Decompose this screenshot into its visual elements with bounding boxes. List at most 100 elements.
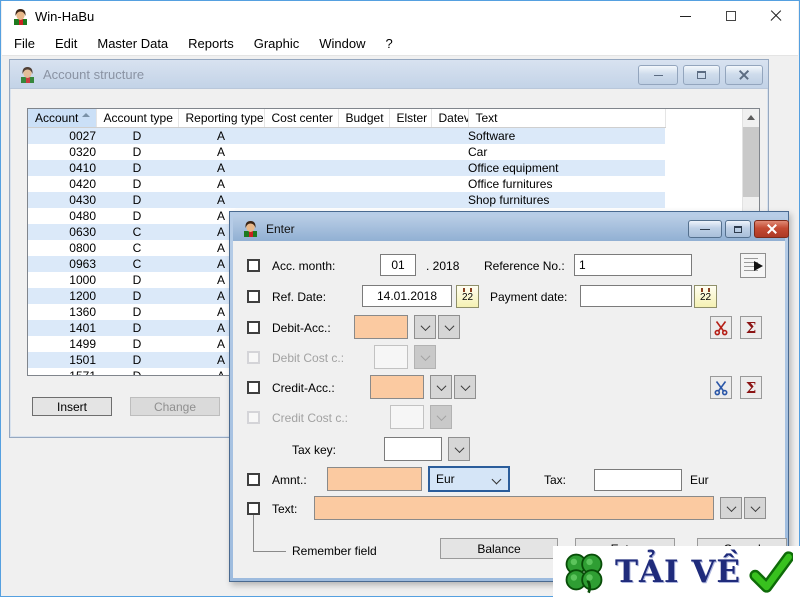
- text-input[interactable]: [314, 496, 714, 520]
- split-booking-button[interactable]: [710, 316, 732, 339]
- table-cell: Software: [468, 127, 665, 144]
- scrollbar-thumb[interactable]: [743, 127, 759, 197]
- menu-master-data[interactable]: Master Data: [87, 32, 178, 55]
- tax-currency-label: Eur: [690, 473, 709, 487]
- restore-icon[interactable]: [683, 65, 720, 85]
- table-cell: D: [96, 160, 178, 176]
- table-cell: D: [96, 127, 178, 144]
- column-header-account-type[interactable]: Account type: [96, 109, 178, 127]
- text-checkbox[interactable]: [247, 502, 260, 515]
- menu-graphic[interactable]: Graphic: [244, 32, 310, 55]
- table-cell: [264, 192, 338, 208]
- app-icon: [19, 66, 36, 83]
- column-header-datev[interactable]: Datev: [431, 109, 468, 127]
- table-cell: [264, 160, 338, 176]
- table-row[interactable]: 0027DASoftware: [28, 127, 665, 144]
- debit-acc-checkbox[interactable]: [247, 321, 260, 334]
- menu-edit[interactable]: Edit: [45, 32, 87, 55]
- table-cell: A: [178, 144, 264, 160]
- sum-button[interactable]: Σ: [740, 316, 762, 339]
- calendar-icon[interactable]: 22: [456, 285, 479, 308]
- payment-date-input[interactable]: [580, 285, 692, 307]
- account-window-titlebar[interactable]: Account structure: [10, 60, 768, 89]
- debit-cost-label: Debit Cost c.:: [272, 351, 344, 365]
- tax-input[interactable]: [594, 469, 682, 491]
- column-header-text[interactable]: Text: [468, 109, 665, 127]
- ref-date-checkbox[interactable]: [247, 290, 260, 303]
- column-header-cost-center[interactable]: Cost center: [264, 109, 338, 127]
- restore-icon[interactable]: [725, 220, 751, 238]
- minimize-icon[interactable]: [638, 65, 678, 85]
- amount-input[interactable]: [327, 467, 422, 491]
- minimize-icon[interactable]: [663, 1, 708, 31]
- balance-button[interactable]: Balance: [440, 538, 558, 559]
- chevron-down-icon: [430, 405, 452, 429]
- debit-acc-label: Debit-Acc.:: [272, 321, 331, 335]
- ref-date-input[interactable]: [362, 285, 452, 307]
- chevron-down-icon[interactable]: [414, 315, 436, 339]
- acc-month-checkbox[interactable]: [247, 259, 260, 272]
- document-list-button[interactable]: [740, 253, 766, 278]
- table-row[interactable]: 0320DA Car: [28, 144, 665, 160]
- amount-checkbox[interactable]: [247, 473, 260, 486]
- reference-no-input[interactable]: [574, 254, 692, 276]
- table-cell: 0800: [28, 240, 96, 256]
- chevron-down-icon[interactable]: [720, 497, 742, 519]
- debit-acc-input[interactable]: [354, 315, 408, 339]
- table-cell: 0320: [28, 144, 96, 160]
- table-cell: [338, 176, 389, 192]
- credit-acc-input[interactable]: [370, 375, 424, 399]
- close-icon[interactable]: [754, 220, 789, 238]
- menu-file[interactable]: File: [4, 32, 45, 55]
- column-header-elster[interactable]: Elster: [389, 109, 431, 127]
- maximize-icon[interactable]: [708, 1, 753, 31]
- download-badge[interactable]: TẢI VỀ: [553, 546, 800, 597]
- enter-dialog-titlebar[interactable]: Enter: [233, 215, 785, 241]
- split-booking-button[interactable]: [710, 376, 732, 399]
- table-cell: [264, 144, 338, 160]
- table-row[interactable]: 0430DAShop furnitures: [28, 192, 665, 208]
- credit-cost-checkbox: [247, 411, 260, 424]
- menu-help[interactable]: ?: [375, 32, 402, 55]
- checkmark-icon: [749, 550, 793, 594]
- insert-button[interactable]: Insert: [32, 397, 112, 416]
- clover-icon: [561, 549, 607, 595]
- close-icon[interactable]: [753, 1, 798, 31]
- credit-acc-label: Credit-Acc.:: [272, 381, 335, 395]
- enter-dialog: Enter Acc. month: . 2018 Reference No.: …: [229, 211, 789, 582]
- table-cell: C: [96, 240, 178, 256]
- chevron-down-icon[interactable]: [744, 497, 766, 519]
- acc-month-input[interactable]: [380, 254, 416, 276]
- table-cell: D: [96, 336, 178, 352]
- table-row[interactable]: 0410DAOffice equipment: [28, 160, 665, 176]
- sum-button[interactable]: Σ: [740, 376, 762, 399]
- table-cell: A: [178, 160, 264, 176]
- column-header-reporting-type[interactable]: Reporting type: [178, 109, 264, 127]
- menu-reports[interactable]: Reports: [178, 32, 244, 55]
- table-cell: Office furnitures: [468, 176, 665, 192]
- table-cell: 1499: [28, 336, 96, 352]
- chevron-down-icon[interactable]: [430, 375, 452, 399]
- remember-connector: [253, 551, 286, 552]
- table-cell: D: [96, 144, 178, 160]
- tax-key-input[interactable]: [384, 437, 442, 461]
- menu-window[interactable]: Window: [309, 32, 375, 55]
- change-button[interactable]: Change: [130, 397, 220, 416]
- column-header-budget[interactable]: Budget: [338, 109, 389, 127]
- table-row[interactable]: 0420DAOffice furnitures: [28, 176, 665, 192]
- column-header-account[interactable]: Account: [28, 109, 96, 127]
- scroll-up-icon[interactable]: [743, 109, 759, 126]
- close-icon[interactable]: [725, 65, 763, 85]
- minimize-icon[interactable]: [688, 220, 722, 238]
- table-cell: Car: [468, 144, 665, 160]
- credit-acc-checkbox[interactable]: [247, 381, 260, 394]
- chevron-down-icon[interactable]: [448, 437, 470, 461]
- currency-combobox[interactable]: Eur: [428, 466, 510, 492]
- chevron-down-icon[interactable]: [454, 375, 476, 399]
- calendar-icon[interactable]: 22: [694, 285, 717, 308]
- chevron-down-icon[interactable]: [438, 315, 460, 339]
- table-cell: 1571: [28, 368, 96, 377]
- table-cell: [389, 144, 431, 160]
- table-cell: D: [96, 368, 178, 377]
- ref-date-label: Ref. Date:: [272, 290, 326, 304]
